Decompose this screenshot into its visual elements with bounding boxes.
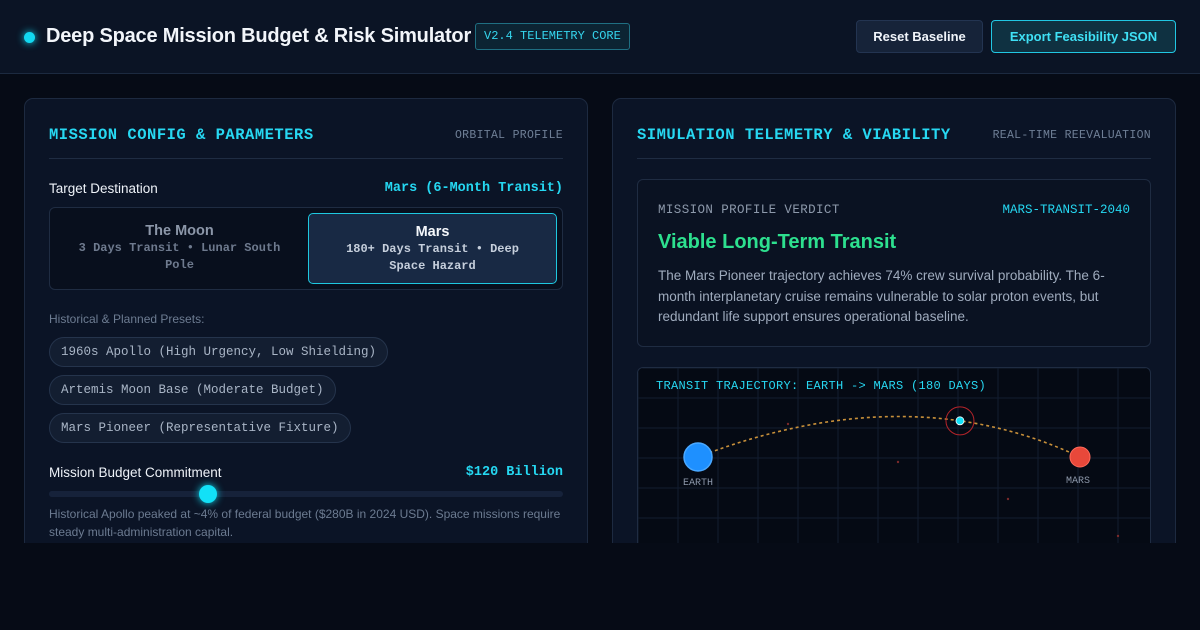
destination-option-moon[interactable]: The Moon 3 Days Transit • Lunar South Po… (55, 213, 304, 284)
verdict-card: MISSION PROFILE VERDICT MARS-TRANSIT-204… (637, 179, 1151, 347)
budget-label: Mission Budget Commitment (49, 465, 222, 480)
verdict-label: MISSION PROFILE VERDICT (658, 203, 840, 217)
budget-slider-thumb[interactable] (199, 485, 218, 503)
divider (637, 158, 1151, 159)
destination-option-mars[interactable]: Mars 180+ Days Transit • Deep Space Haza… (308, 213, 557, 284)
telemetry-panel: SIMULATION TELEMETRY & VIABILITY REAL-TI… (612, 98, 1176, 568)
mars-label: MARS (1066, 476, 1090, 487)
top-bar: Deep Space Mission Budget & Risk Simulat… (0, 0, 1200, 74)
spacecraft-marker-icon (955, 416, 965, 426)
panel-subtitle: ORBITAL PROFILE (454, 129, 563, 142)
reset-baseline-button[interactable]: Reset Baseline (856, 20, 983, 53)
viewport-clip (0, 543, 1200, 630)
budget-slider[interactable] (49, 485, 563, 503)
earth-planet-icon (683, 442, 713, 472)
mission-config-panel: MISSION CONFIG & PARAMETERS ORBITAL PROF… (24, 98, 588, 568)
star-dot (1006, 497, 1010, 501)
star-dot (786, 422, 790, 426)
budget-value: $120 Billion (465, 465, 563, 480)
preset-chip-artemis[interactable]: Artemis Moon Base (Moderate Budget) (49, 375, 336, 405)
trajectory-graphic: EARTH MARS (638, 368, 1150, 566)
preset-chip-mars-pioneer[interactable]: Mars Pioneer (Representative Fixture) (49, 413, 351, 443)
presets-label: Historical & Planned Presets: (49, 312, 205, 326)
verdict-text: The Mars Pioneer trajectory achieves 74%… (658, 268, 1105, 324)
status-dot-icon (24, 32, 35, 43)
budget-slider-fill (49, 491, 209, 497)
star-dot (1116, 534, 1120, 538)
star-dot (896, 460, 900, 464)
budget-note: Historical Apollo peaked at ~4% of feder… (49, 507, 561, 539)
preset-chip-apollo[interactable]: 1960s Apollo (High Urgency, Low Shieldin… (49, 337, 389, 367)
destination-selector: The Moon 3 Days Transit • Lunar South Po… (49, 207, 563, 290)
panel-title: MISSION CONFIG & PARAMETERS (49, 126, 314, 144)
version-badge: V2.4 TELEMETRY CORE (475, 23, 630, 50)
panel-title: SIMULATION TELEMETRY & VIABILITY (637, 126, 951, 144)
destination-option-desc: 3 Days Transit • Lunar South Pole (78, 241, 281, 272)
trajectory-grid (638, 368, 1150, 566)
verdict-title: Viable Long-Term Transit (658, 231, 897, 253)
panel-subtitle: REAL-TIME REEVALUATION (992, 129, 1151, 142)
mars-planet-icon (1069, 446, 1091, 468)
destination-option-name: The Moon (145, 223, 214, 239)
trajectory-map: EARTH MARS TRANSIT TRAJECTORY: EARTH -> … (637, 367, 1151, 567)
destination-option-name: Mars (415, 224, 450, 240)
app-title: Deep Space Mission Budget & Risk Simulat… (46, 25, 472, 47)
transit-path (697, 415, 1081, 458)
destination-label: Target Destination (49, 181, 158, 196)
destination-value: Mars (6-Month Transit) (384, 181, 563, 196)
export-json-button[interactable]: Export Feasibility JSON (991, 20, 1176, 53)
earth-label: EARTH (683, 478, 713, 489)
divider (49, 158, 563, 159)
trajectory-title: TRANSIT TRAJECTORY: EARTH -> MARS (180 D… (656, 379, 987, 393)
verdict-code: MARS-TRANSIT-2040 (1002, 203, 1130, 217)
destination-option-desc: 180+ Days Transit • Deep Space Hazard (346, 242, 519, 273)
